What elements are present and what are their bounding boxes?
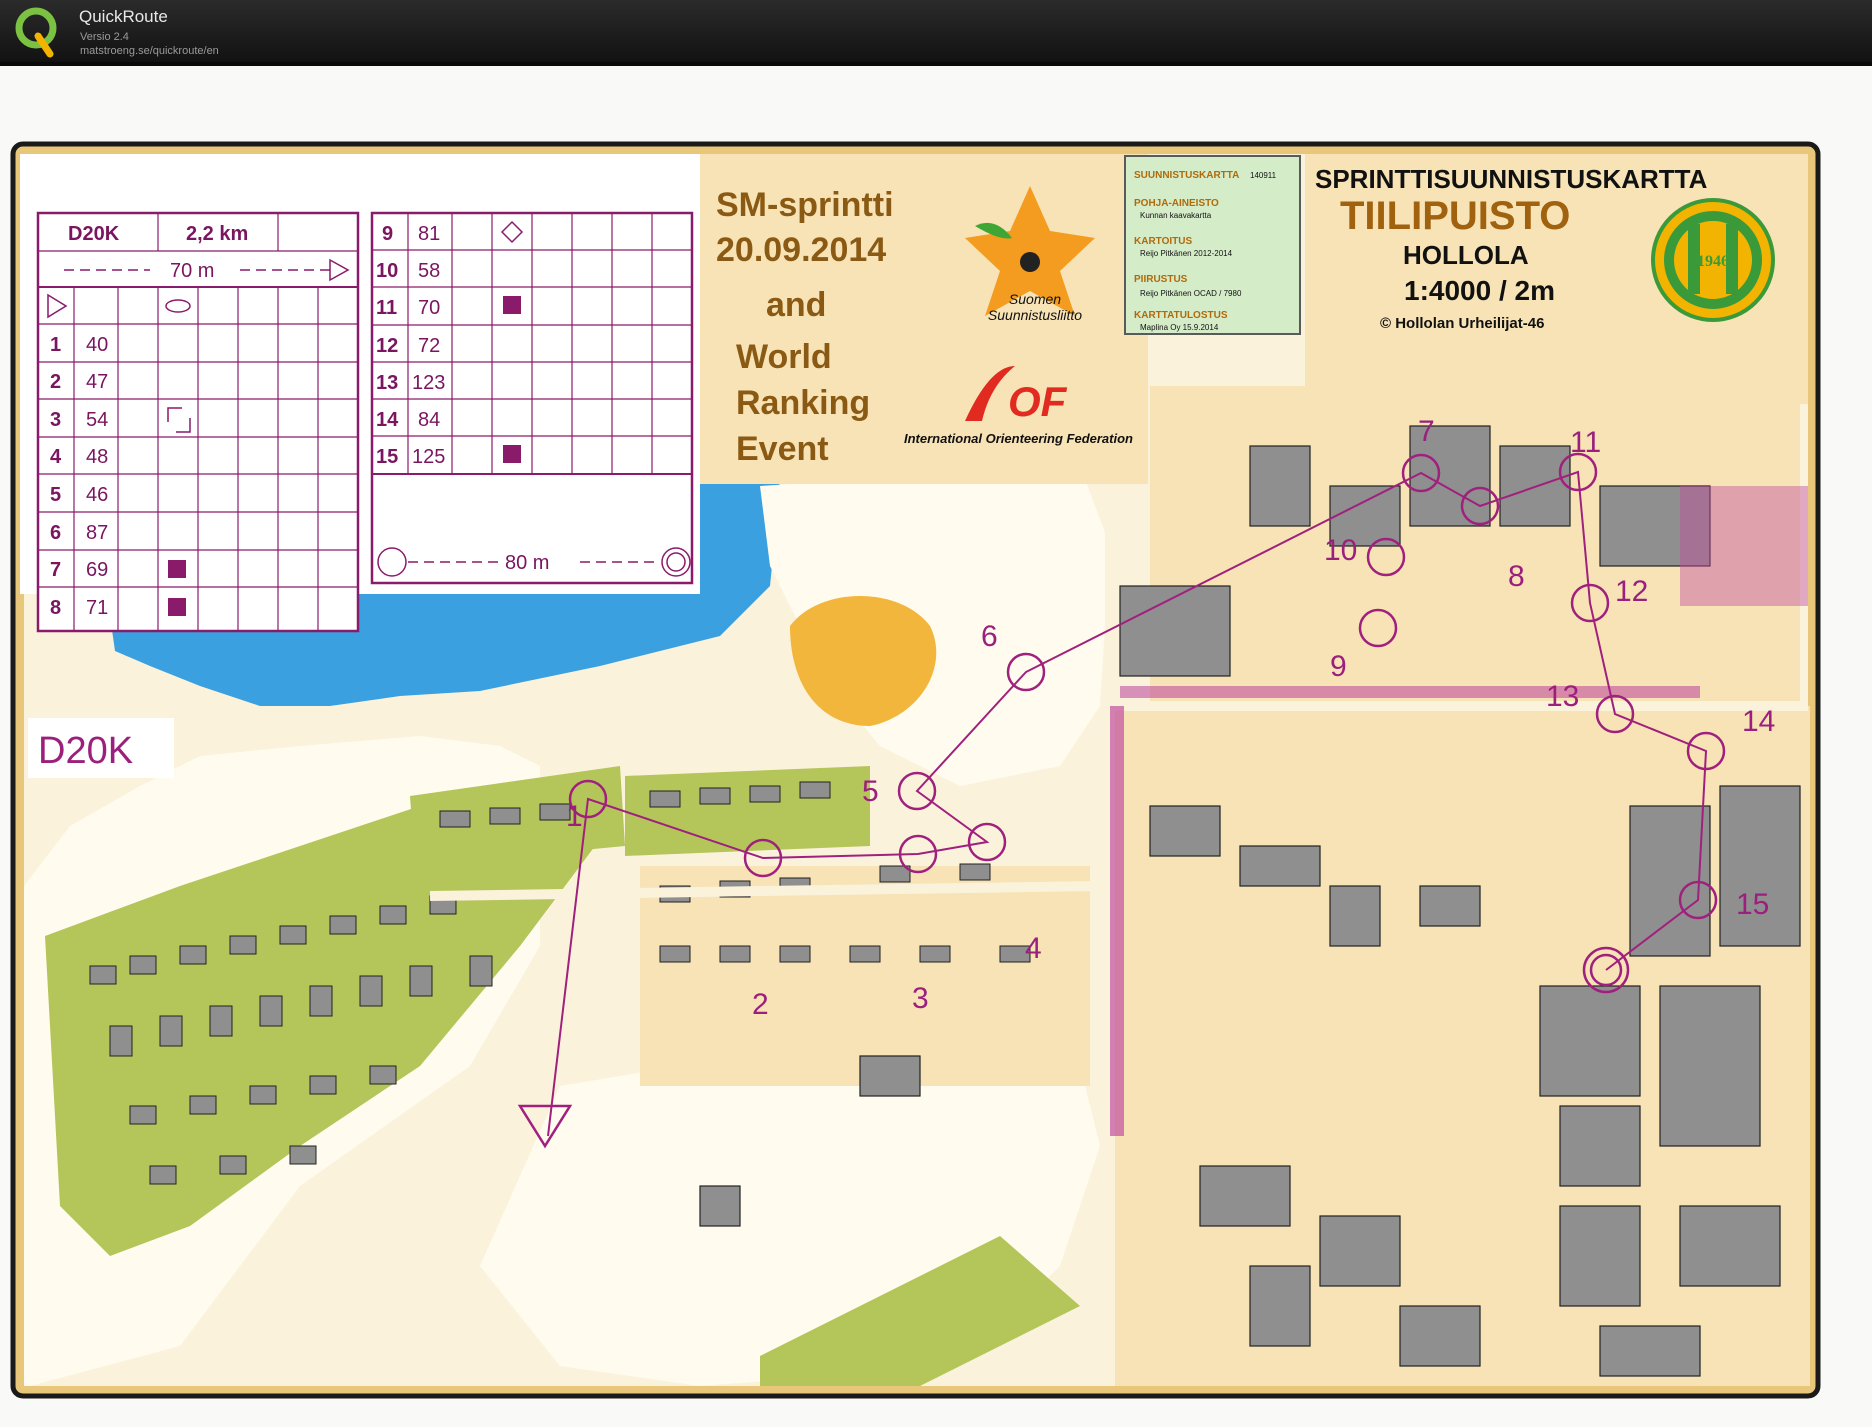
club-logo-year: 1946 (1697, 253, 1729, 270)
event-line6: Event (736, 430, 829, 468)
ctrl-code-3: 54 (86, 409, 108, 431)
map-label-11: 11 (1570, 426, 1601, 459)
info-label-1: SUUNNISTUSKARTTA (1134, 170, 1239, 181)
ctrl-num-1: 1 (50, 334, 61, 356)
ctrl-code-12: 72 (418, 335, 440, 357)
quickroute-logo-icon (15, 7, 57, 58)
ctrl-num-13: 13 (376, 372, 398, 394)
club-credit: © Hollolan Urheilijat-46 (1380, 315, 1544, 332)
logo-center-icon (1020, 252, 1040, 272)
map-label-13: 13 (1546, 680, 1579, 713)
ctrl-code-5: 46 (86, 484, 108, 506)
ctrl-num-9: 9 (382, 223, 393, 245)
class-label: D20K (38, 730, 133, 772)
ctrl-code-1: 40 (86, 334, 108, 356)
ctrl-num-4: 4 (50, 446, 62, 468)
map-label-6: 6 (981, 620, 998, 653)
info-label-5: KARTTATULOSTUS (1134, 310, 1228, 321)
start-distance: 70 m (170, 260, 214, 282)
ctrl-code-6: 87 (86, 522, 108, 544)
title-line3: HOLLOLA (1403, 240, 1529, 270)
ctrl-num-6: 6 (50, 522, 61, 544)
info-label-3: KARTOITUS (1134, 236, 1192, 247)
orienteering-map[interactable]: SM-sprintti 20.09.2014 and World Ranking… (0, 66, 1872, 1427)
ctrl-code-9: 81 (418, 223, 440, 245)
finish-distance: 80 m (505, 552, 549, 574)
ctrl-num-10: 10 (376, 260, 398, 282)
info-value-2: Kunnan kaavakartta (1140, 211, 1212, 220)
info-value-3: Reijo Pitkänen 2012-2014 (1140, 249, 1233, 258)
map-label-14: 14 (1742, 705, 1775, 738)
event-line5: Ranking (736, 384, 870, 422)
urban-center (640, 866, 1090, 1086)
ctrl-code-8: 71 (86, 597, 108, 619)
map-label-3: 3 (912, 982, 929, 1015)
title-bar (0, 0, 1872, 64)
title-line2: TIILIPUISTO (1340, 194, 1570, 238)
forbidden-area-stripes (1110, 706, 1124, 1136)
ctrl-code-2: 47 (86, 371, 108, 393)
app-version: Versio 2.4 (80, 31, 129, 43)
map-label-4: 4 (1025, 932, 1042, 965)
ctrl-code-10: 58 (418, 260, 440, 282)
map-label-8: 8 (1508, 560, 1525, 593)
ctrl-code-4: 48 (86, 446, 108, 468)
map-label-7: 7 (1418, 415, 1435, 448)
info-value-5: Maplina Oy 15.9.2014 (1140, 323, 1219, 332)
app-name: QuickRoute (79, 7, 168, 26)
info-value-1: 140911 (1250, 171, 1277, 180)
ctrl-num-11: 11 (376, 297, 397, 319)
ctrl-num-12: 12 (376, 335, 398, 357)
forbidden-area-east (1680, 486, 1808, 606)
info-label-2: POHJA-AINEISTO (1134, 198, 1219, 209)
hollolan-urheilijat-logo-icon: 1946 (1651, 198, 1775, 322)
control-descriptions: D20K 2,2 km 70 m 1 40 2 47 3 54 4 48 5 4… (20, 154, 700, 633)
ctrl-num-14: 14 (376, 409, 399, 431)
map-label-12: 12 (1615, 575, 1648, 608)
ctrl-code-15: 125 (412, 446, 445, 468)
map-label-5: 5 (862, 775, 879, 808)
ctrl-code-7: 69 (86, 559, 108, 581)
ctrl-code-14: 84 (418, 409, 440, 431)
ctrl-num-5: 5 (50, 484, 61, 506)
info-label-4: PIIRUSTUS (1134, 274, 1188, 285)
residential-center (625, 766, 870, 856)
ctrl-num-7: 7 (50, 559, 61, 581)
map-label-15: 15 (1736, 888, 1769, 921)
ctrl-num-15: 15 (376, 446, 398, 468)
course-class: D20K (68, 223, 120, 245)
map-label-9: 9 (1330, 650, 1347, 683)
federation1-line2: Suunnistusliitto (988, 307, 1082, 323)
map-label-1: 1 (566, 800, 583, 833)
map-scale: 1:4000 / 2m (1404, 275, 1555, 306)
title-line1: SPRINTTISUUNNISTUSKARTTA (1315, 164, 1708, 194)
event-line2: 20.09.2014 (716, 231, 886, 269)
federation1-line1: Suomen (1009, 291, 1061, 307)
ctrl-num-8: 8 (50, 597, 61, 619)
info-value-4: Reijo Pitkänen OCAD / 7980 (1140, 289, 1242, 298)
federation2: International Orienteering Federation (904, 431, 1133, 446)
ctrl-num-2: 2 (50, 371, 61, 393)
map-label-10: 10 (1324, 534, 1357, 567)
app-url: matstroeng.se/quickroute/en (80, 45, 219, 57)
event-line1: SM-sprintti (716, 186, 894, 224)
map-label-2: 2 (752, 988, 769, 1021)
course-length: 2,2 km (186, 223, 248, 245)
iof-logo-text: OF (1008, 378, 1068, 425)
ctrl-num-3: 3 (50, 409, 61, 431)
ctrl-code-13: 123 (412, 372, 445, 394)
ctrl-code-11: 70 (418, 297, 440, 319)
event-line4: World (736, 338, 832, 376)
event-line3: and (766, 286, 826, 324)
